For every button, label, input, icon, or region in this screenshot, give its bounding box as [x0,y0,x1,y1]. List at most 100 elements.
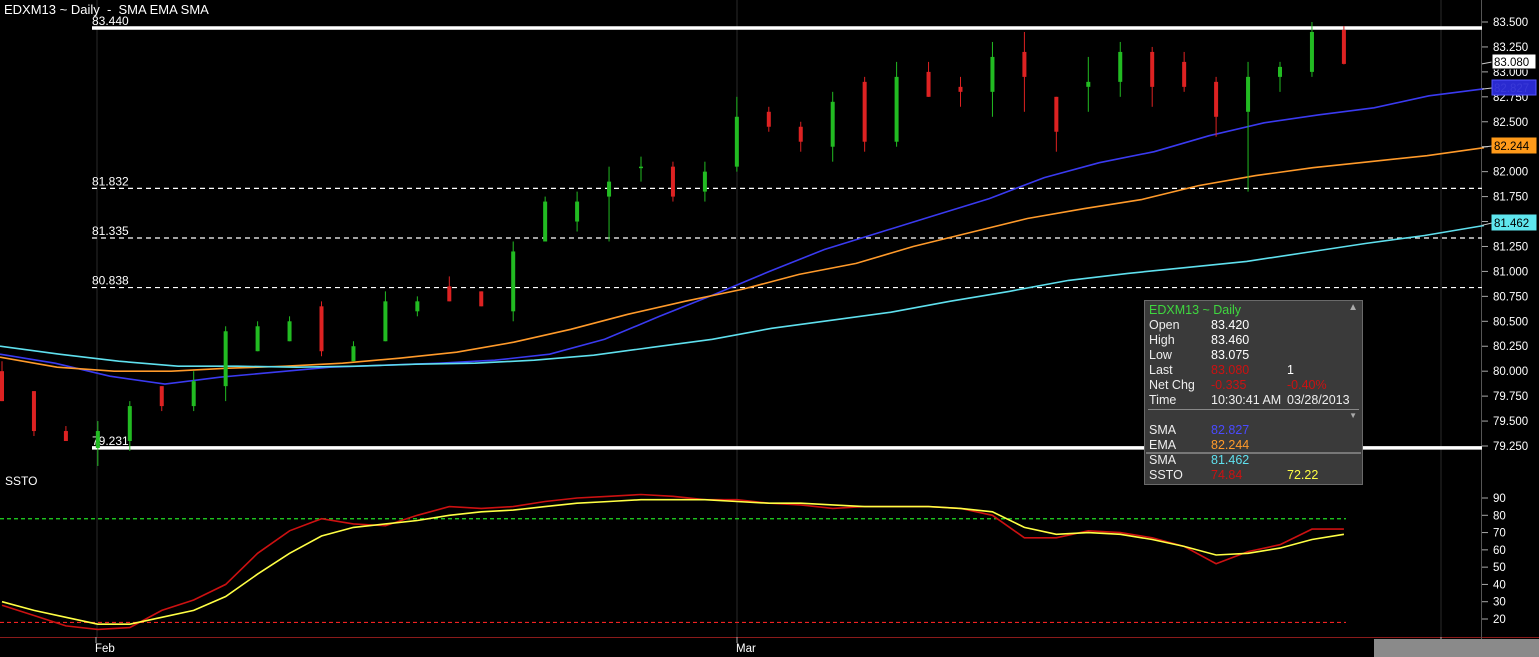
oscillator-label: SSTO [5,474,38,488]
low-label: Low [1149,348,1172,362]
candle-body [639,166,643,169]
row-netchg: Net Chg -0.335 -0.40% [1149,378,1357,393]
price-tick-label: 83.250 [1493,42,1528,54]
data-window[interactable]: EDXM13 ~ Daily ▲ Open 83.420 High 83.460 L… [1144,300,1363,485]
oscillator-panel [0,493,1346,631]
osc-tick-label: 90 [1493,493,1506,505]
level-label: 80.838 [92,274,129,288]
candle-body [1246,76,1251,112]
candle-body [575,201,580,222]
price-tick-label: 79.750 [1493,391,1528,403]
candle-body [159,386,164,407]
candle-body [1118,51,1123,82]
collapse-icon[interactable]: ▲ [1348,302,1358,313]
candle-body [63,431,68,442]
price-tick-label: 80.000 [1493,366,1528,378]
candle-body [990,56,995,92]
candle-body [1150,51,1155,87]
sma1-value: 82.827 [1211,423,1250,437]
last-size: 1 [1287,363,1294,377]
candle-body [702,171,707,192]
row-last: Last 83.080 1 [1149,363,1357,378]
candle-body [415,301,420,312]
open-label: Open [1149,318,1180,332]
row-sma2: SMA 81.462 [1149,453,1357,468]
candle-body [511,251,516,312]
osc-tick-label: 50 [1493,562,1506,574]
price-tick-label: 79.500 [1493,416,1528,428]
ssto-d-value: 72.22 [1287,468,1319,482]
price-tag-leader [1481,61,1493,65]
price-tag-leader [1481,222,1493,226]
horizontal-scrollbar[interactable] [1374,639,1539,657]
candle-body [479,291,484,307]
candle-body [1309,31,1314,72]
price-tick-label: 80.750 [1493,291,1528,303]
row-open: Open 83.420 [1149,318,1357,333]
sma1-label: SMA [1149,423,1177,437]
row-sma1: SMA 82.827 [1149,423,1357,438]
candle-body [1278,66,1282,77]
candle-body [607,181,612,197]
candle-body [351,346,356,362]
price-tick-label: 83.500 [1493,17,1528,29]
row-low: Low 83.075 [1149,348,1357,363]
open-value: 83.420 [1211,318,1250,332]
candle-body [287,321,292,342]
price-tag-leader [1481,145,1493,148]
candle-body [255,326,260,352]
price-tick-label: 82.000 [1493,167,1528,179]
candle-body [1054,96,1059,132]
row-ssto: SSTO 74.84 72.22 [1149,468,1357,483]
level-label: 81.832 [92,174,129,188]
netchg-pct: -0.40% [1287,378,1327,392]
expand-icon[interactable]: ▼ [1349,411,1357,420]
candle-body [798,126,803,142]
candle-body [223,331,228,387]
last-label: Last [1149,363,1173,377]
date-value: 03/28/2013 [1287,393,1350,407]
data-window-title: EDXM13 ~ Daily [1149,303,1242,317]
price-tag-label: 82.244 [1494,141,1530,153]
price-tag-label: 83.080 [1494,57,1529,69]
low-value: 83.075 [1211,348,1250,362]
candle-body [95,431,100,448]
price-tick-label: 79.250 [1493,441,1528,453]
candle-body [766,111,771,127]
osc-tick-label: 70 [1493,528,1506,540]
candle-body [1341,29,1346,64]
ema-value: 82.244 [1211,438,1250,452]
time-value: 10:30:41 AM [1211,393,1282,407]
price-tag-label: 82.827 [1494,83,1529,95]
high-value: 83.460 [1211,333,1250,347]
candle-body [383,301,388,342]
ema-label: EMA [1149,438,1177,452]
ssto-k-line [1,493,1344,631]
price-tick-label: 80.250 [1493,341,1528,353]
price-tag-label: 81.462 [1494,218,1529,230]
osc-tick-label: 60 [1493,545,1506,557]
price-tick-label: 81.750 [1493,192,1528,204]
candle-body [543,201,548,242]
osc-tick-label: 30 [1493,597,1506,609]
netchg-label: Net Chg [1149,378,1195,392]
candle-body [1086,81,1091,87]
netchg-value: -0.335 [1211,378,1247,392]
time-label: Time [1149,393,1177,407]
candle-body [191,381,196,407]
candle-body [894,76,899,142]
row-ema: EMA 82.244 [1149,438,1357,453]
candle-body [862,81,867,142]
chart-title: EDXM13 ~ Daily - SMA EMA SMA [4,2,209,17]
row-time: Time 10:30:41 AM 03/28/2013 [1149,393,1357,408]
candle-body [830,101,835,147]
candle-body [127,406,132,442]
time-label: Feb [95,643,115,655]
candle-body [319,306,324,352]
level-label: 81.335 [92,224,129,238]
candle-body [1022,51,1027,77]
candle-body [1214,81,1219,117]
candle-body [958,86,963,92]
candle-body [926,71,931,97]
candle-body [0,371,4,402]
